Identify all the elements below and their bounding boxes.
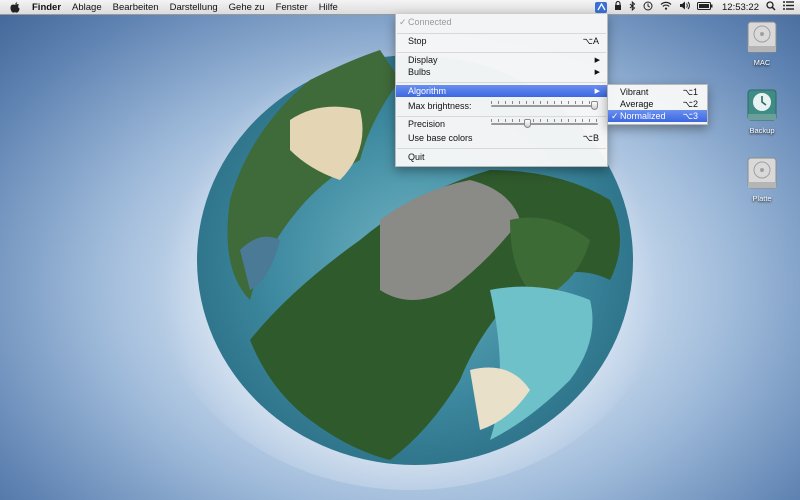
- menu-item-label: Precision: [408, 119, 446, 129]
- menu-bearbeiten[interactable]: Bearbeiten: [113, 2, 159, 13]
- menu-item-label: Max brightness:: [408, 101, 472, 111]
- submenu-item-label: Normalized: [620, 111, 666, 121]
- menu-item-quit[interactable]: Quit: [396, 151, 607, 163]
- menu-bar: Finder Ablage Bearbeiten Darstellung Geh…: [0, 0, 800, 15]
- hard-drive-icon: [747, 157, 777, 189]
- menu-item-label: Use base colors: [408, 133, 473, 143]
- time-machine-icon[interactable]: [643, 1, 653, 14]
- menu-item-label: Stop: [408, 36, 427, 46]
- bluetooth-icon[interactable]: [629, 0, 636, 14]
- volume-icon[interactable]: [679, 1, 690, 13]
- menu-item-algorithm[interactable]: Algorithm ▶: [396, 85, 607, 97]
- submenu-arrow-icon: ▶: [594, 57, 600, 64]
- apple-menu-icon[interactable]: [10, 1, 22, 13]
- submenu-arrow-icon: ▶: [594, 88, 600, 95]
- menu-darstellung[interactable]: Darstellung: [170, 2, 218, 13]
- drive-label: Platte: [752, 194, 772, 203]
- menu-separator: [397, 148, 606, 149]
- menu-item-label: Bulbs: [408, 67, 431, 77]
- connected-check-icon: ✓: [399, 16, 407, 27]
- menu-item-use-base-colors[interactable]: Use base colors ⌥B: [396, 132, 607, 144]
- menu-item-label: Algorithm: [408, 86, 447, 96]
- menu-item-bulbs[interactable]: Bulbs ▶: [396, 66, 607, 78]
- menu-item-label: Quit: [408, 152, 425, 162]
- drive-label: Backup: [749, 126, 775, 135]
- menu-fenster[interactable]: Fenster: [276, 2, 308, 13]
- submenu-item-shortcut: ⌥3: [682, 110, 698, 121]
- submenu-item-vibrant[interactable]: Vibrant ⌥1: [608, 86, 707, 98]
- menu-item-label: Connected: [408, 17, 452, 27]
- drive-platte[interactable]: Platte: [737, 156, 787, 203]
- max-brightness-slider[interactable]: [491, 101, 598, 111]
- menu-separator: [397, 82, 606, 83]
- status-area: 12:53:22: [595, 0, 794, 14]
- checkmark-icon: ✓: [611, 110, 619, 121]
- lights-app-menu: ✓ Connected Stop ⌥A Display ▶ Bulbs ▶ Al…: [395, 14, 608, 167]
- time-machine-drive-icon: [747, 89, 777, 121]
- spotlight-search-icon[interactable]: [766, 0, 776, 14]
- slider-knob[interactable]: [591, 101, 598, 110]
- notification-center-icon[interactable]: [783, 1, 794, 13]
- submenu-item-average[interactable]: Average ⌥2: [608, 98, 707, 110]
- menu-item-shortcut: ⌥B: [582, 132, 599, 143]
- submenu-item-shortcut: ⌥2: [682, 98, 698, 109]
- battery-icon[interactable]: [697, 1, 713, 13]
- menu-clock[interactable]: 12:53:22: [722, 2, 759, 13]
- menu-item-label: Display: [408, 55, 438, 65]
- lock-icon[interactable]: [614, 0, 622, 14]
- menu-hilfe[interactable]: Hilfe: [319, 2, 338, 13]
- submenu-item-shortcut: ⌥1: [682, 86, 698, 97]
- menu-separator: [397, 52, 606, 53]
- lights-app-status-icon[interactable]: [595, 1, 608, 13]
- menu-item-stop[interactable]: Stop ⌥A: [396, 35, 607, 47]
- menu-separator: [397, 33, 606, 34]
- slider-track: [491, 123, 598, 125]
- drive-backup[interactable]: Backup: [737, 88, 787, 135]
- submenu-item-label: Vibrant: [620, 87, 649, 97]
- slider-knob[interactable]: [524, 119, 531, 128]
- algorithm-submenu: Vibrant ⌥1 Average ⌥2 ✓ Normalized ⌥3: [607, 84, 708, 125]
- slider-track: [491, 105, 598, 107]
- slider-ticks: [491, 119, 598, 122]
- drive-label: MAC: [753, 58, 771, 67]
- menu-separator: [397, 116, 606, 117]
- wifi-icon[interactable]: [660, 1, 672, 13]
- menu-item-shortcut: ⌥A: [582, 35, 599, 46]
- submenu-item-label: Average: [620, 99, 654, 109]
- submenu-item-normalized[interactable]: ✓ Normalized ⌥3: [608, 110, 707, 122]
- slider-ticks: [491, 101, 598, 104]
- menu-gehe-zu[interactable]: Gehe zu: [229, 2, 265, 13]
- menu-ablage[interactable]: Ablage: [72, 2, 102, 13]
- hard-drive-icon: [747, 21, 777, 53]
- precision-slider[interactable]: [491, 119, 598, 129]
- menu-item-connected: ✓ Connected: [396, 16, 607, 28]
- submenu-arrow-icon: ▶: [594, 69, 600, 76]
- menu-finder[interactable]: Finder: [32, 2, 61, 13]
- menu-item-display[interactable]: Display ▶: [396, 54, 607, 66]
- drive-mac[interactable]: MAC: [737, 20, 787, 67]
